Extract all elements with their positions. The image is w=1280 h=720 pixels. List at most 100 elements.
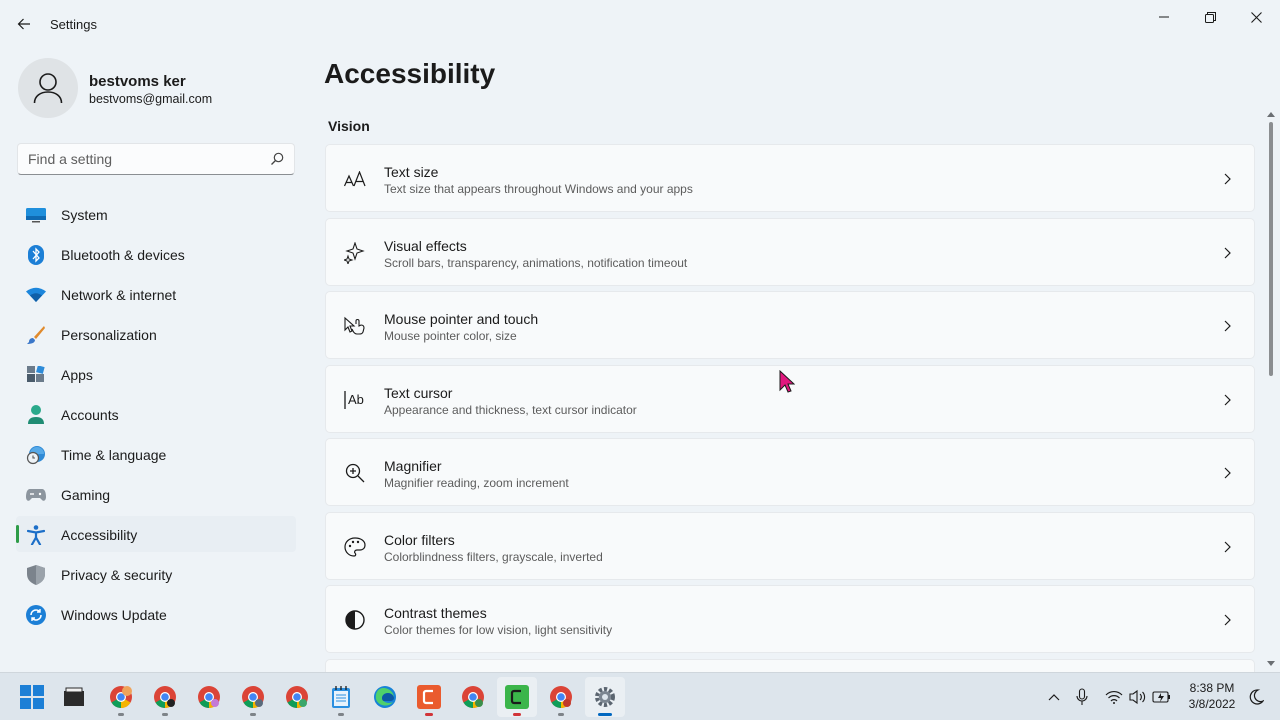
back-button[interactable] — [10, 10, 38, 38]
restore-icon — [1204, 11, 1216, 23]
taskbar-chrome-3[interactable] — [189, 677, 229, 717]
monitor-icon — [26, 205, 46, 225]
wifi-tray-icon — [1105, 691, 1123, 704]
setting-card-description: Mouse pointer color, size — [384, 329, 517, 343]
setting-card-mouse-pointer[interactable]: Mouse pointer and touch Mouse pointer co… — [325, 291, 1255, 359]
page-title: Accessibility — [324, 58, 496, 89]
back-arrow-icon — [17, 18, 30, 30]
setting-card-magnifier[interactable]: Magnifier Magnifier reading, zoom increm… — [325, 438, 1255, 506]
scroll-down-arrow-icon[interactable] — [1266, 658, 1276, 668]
running-indicator — [118, 713, 124, 716]
sidebar-item-privacy[interactable]: Privacy & security — [16, 556, 296, 592]
taskbar-notepad[interactable] — [321, 677, 361, 717]
taskbar-chrome-5[interactable] — [277, 677, 317, 717]
chevron-right-icon — [1224, 541, 1231, 552]
app-green-icon — [505, 685, 529, 709]
running-indicator — [558, 713, 564, 716]
user-email: bestvoms@gmail.com — [89, 92, 213, 106]
running-indicator — [338, 713, 344, 716]
section-title-vision: Vision — [328, 118, 370, 134]
text-size-icon — [344, 168, 366, 190]
windows-start-icon — [20, 685, 44, 709]
taskbar-green-app[interactable] — [497, 677, 537, 717]
show-hidden-icons-button[interactable] — [1044, 687, 1064, 707]
running-indicator — [250, 713, 256, 716]
microphone-tray[interactable] — [1072, 687, 1092, 707]
sidebar-item-label: Bluetooth & devices — [61, 247, 185, 263]
title-bar: Settings — [0, 0, 1280, 48]
sidebar-item-gaming[interactable]: Gaming — [16, 476, 296, 512]
sidebar-item-apps[interactable]: Apps — [16, 356, 296, 392]
setting-card-title: Contrast themes — [384, 605, 487, 621]
sidebar-item-bluetooth[interactable]: Bluetooth & devices — [16, 236, 296, 272]
controller-icon — [26, 485, 46, 505]
clock-time: 8:38 PM — [1189, 681, 1235, 695]
apps-icon — [26, 365, 46, 385]
sidebar-item-label: System — [61, 207, 108, 223]
chevron-right-icon — [1224, 467, 1231, 479]
setting-card-title: Text size — [384, 164, 439, 180]
sidebar-item-label: Privacy & security — [61, 567, 173, 583]
shield-icon — [26, 565, 46, 585]
sidebar-item-accounts[interactable]: Accounts — [16, 396, 296, 432]
sidebar-item-windows-update[interactable]: Windows Update — [16, 596, 296, 632]
sidebar-item-personalization[interactable]: Personalization — [16, 316, 296, 352]
sidebar-item-accessibility[interactable]: Accessibility — [16, 516, 296, 552]
volume-tray[interactable] — [1128, 687, 1148, 707]
setting-card-color-filters[interactable]: Color filters Colorblindness filters, gr… — [325, 511, 1255, 580]
wifi-icon — [26, 285, 46, 305]
taskbar-edge[interactable] — [365, 677, 405, 717]
sidebar-item-time-language[interactable]: Time & language — [16, 436, 296, 472]
sidebar-item-system[interactable]: System — [16, 196, 296, 232]
taskbar-chrome-2[interactable] — [145, 677, 185, 717]
speaker-icon — [1129, 689, 1146, 705]
setting-card-description: Text size that appears throughout Window… — [384, 182, 693, 196]
search-box[interactable] — [17, 143, 295, 175]
sidebar-item-label: Network & internet — [61, 287, 177, 303]
person-avatar-icon — [33, 73, 63, 104]
setting-card-visual-effects[interactable]: Visual effects Scroll bars, transparency… — [325, 217, 1255, 286]
network-tray[interactable] — [1104, 687, 1124, 707]
notifications-button[interactable] — [1246, 687, 1266, 707]
setting-card-partial[interactable] — [325, 658, 1255, 672]
chrome-icon — [154, 686, 176, 708]
chrome-icon — [198, 686, 220, 708]
restore-button[interactable] — [1190, 4, 1230, 30]
taskbar-chrome-4[interactable] — [233, 677, 273, 717]
clock-date: 3/8/2022 — [1188, 697, 1236, 711]
setting-card-description: Scroll bars, transparency, animations, n… — [384, 255, 688, 270]
taskbar-clock[interactable]: 8:38 PM 3/8/2022 — [1186, 680, 1238, 712]
setting-card-description: Color themes for low vision, light sensi… — [384, 623, 613, 637]
scrollbar-thumb[interactable] — [1269, 122, 1273, 376]
scroll-up-arrow-icon[interactable] — [1266, 110, 1276, 120]
setting-card-title: Mouse pointer and touch — [384, 311, 539, 327]
close-button[interactable] — [1236, 4, 1276, 30]
taskbar-chrome-6[interactable] — [453, 677, 493, 717]
avatar[interactable] — [18, 58, 78, 118]
setting-card-title: Visual effects — [384, 237, 467, 254]
running-indicator — [598, 713, 612, 716]
taskbar-chrome-1[interactable] — [101, 677, 141, 717]
chrome-icon — [462, 686, 484, 708]
search-input[interactable] — [28, 151, 258, 167]
minimize-button[interactable] — [1144, 4, 1184, 30]
taskbar-orange-app[interactable] — [409, 677, 449, 717]
search-icon[interactable] — [270, 152, 284, 166]
sidebar-item-network[interactable]: Network & internet — [16, 276, 296, 312]
setting-card-text-size[interactable]: Text size Text size that appears through… — [325, 144, 1255, 212]
palette-icon — [344, 536, 366, 558]
taskbar-settings[interactable] — [585, 677, 625, 717]
chrome-icon — [242, 686, 264, 708]
taskbar-chrome-7[interactable] — [541, 677, 581, 717]
setting-card-contrast-themes[interactable]: Contrast themes Color themes for low vis… — [325, 585, 1255, 653]
pointer-touch-icon — [344, 315, 366, 337]
sidebar-item-label: Time & language — [61, 447, 167, 463]
person-icon — [26, 405, 46, 425]
globe-clock-icon — [26, 445, 46, 465]
battery-tray[interactable] — [1152, 687, 1172, 707]
sidebar-item-label: Gaming — [61, 487, 111, 503]
svg-text:Ab: Ab — [348, 392, 364, 407]
start-button[interactable] — [12, 677, 52, 717]
chevron-right-icon — [1224, 614, 1231, 626]
taskbar-file-explorer[interactable] — [54, 677, 94, 717]
